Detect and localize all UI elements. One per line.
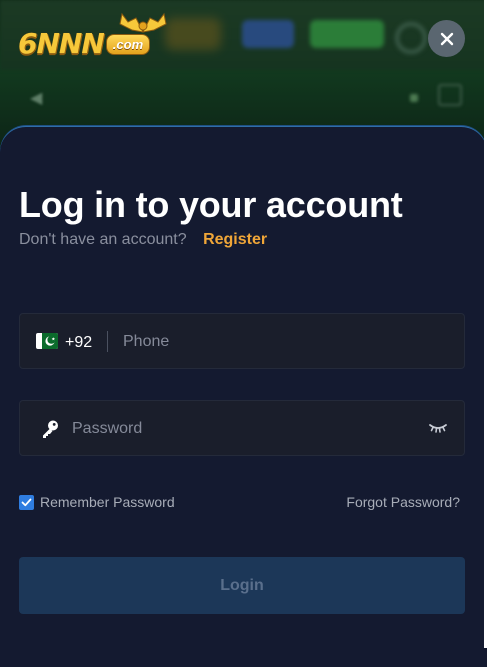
eye-closed-icon[interactable]: [428, 421, 448, 435]
logo-wordmark: 6NNN: [18, 27, 105, 60]
background-menu-icon: [438, 84, 462, 106]
checkmark-icon: [21, 498, 32, 506]
pakistan-flag-icon[interactable]: [36, 333, 58, 349]
password-input[interactable]: [70, 401, 424, 457]
register-link[interactable]: Register: [203, 231, 267, 248]
background-login-button: [242, 20, 294, 48]
remember-label: Remember Password: [40, 494, 175, 510]
background-search-icon: [395, 22, 427, 54]
phone-field: +92: [19, 313, 465, 370]
key-icon: [43, 420, 58, 438]
dial-code[interactable]: +92: [65, 334, 92, 352]
phone-input[interactable]: [121, 314, 455, 370]
remember-password-toggle[interactable]: Remember Password: [19, 494, 175, 510]
brand-logo: 6NNN .com: [18, 12, 167, 60]
background-back-arrow-icon: ◀: [30, 90, 43, 107]
login-button[interactable]: Login: [19, 557, 465, 614]
close-icon: [440, 32, 453, 45]
no-account-text: Don't have an account?: [19, 231, 187, 248]
remember-checkbox[interactable]: [19, 494, 34, 510]
eagle-wings-icon: [119, 12, 167, 33]
forgot-password-link[interactable]: Forgot Password?: [346, 494, 460, 510]
background-banner: [165, 18, 221, 50]
close-button[interactable]: [428, 20, 465, 57]
field-divider: [107, 331, 108, 352]
register-prompt: Don't have an account? Register: [19, 231, 267, 249]
background-register-button: [310, 20, 384, 48]
background-edit-icon: [410, 94, 418, 102]
page-title: Log in to your account: [19, 184, 403, 225]
password-field: [19, 400, 465, 457]
